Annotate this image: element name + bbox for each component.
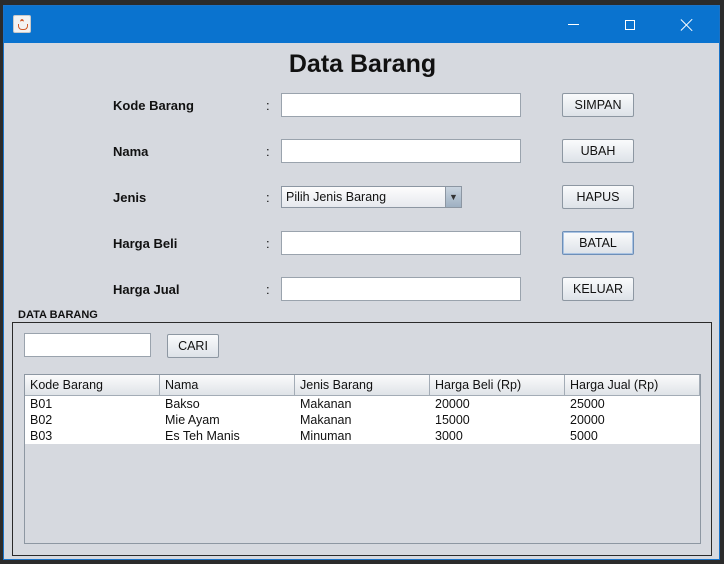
ubah-button[interactable]: UBAH xyxy=(562,139,634,163)
colon: : xyxy=(266,190,270,205)
colon: : xyxy=(266,144,270,159)
table-cell: 25000 xyxy=(570,397,605,411)
table-cell: B03 xyxy=(30,429,53,443)
table-cell: Mie Ayam xyxy=(165,413,220,427)
harga-beli-label: Harga Beli xyxy=(113,236,178,251)
keluar-button[interactable]: KELUAR xyxy=(562,277,634,301)
app-window: Data Barang Kode Barang : Nama : Jenis :… xyxy=(3,5,720,560)
table-cell: B02 xyxy=(30,413,53,427)
maximize-icon xyxy=(625,19,635,30)
minimize-button[interactable] xyxy=(550,6,596,43)
harga-jual-field[interactable] xyxy=(281,277,521,301)
colon: : xyxy=(266,98,270,113)
close-icon xyxy=(680,18,694,32)
harga-beli-field[interactable] xyxy=(281,231,521,255)
table-cell: Bakso xyxy=(165,397,200,411)
table-cell: Minuman xyxy=(300,429,352,443)
nama-field[interactable] xyxy=(281,139,521,163)
search-input[interactable] xyxy=(24,333,151,357)
jenis-select-value: Pilih Jenis Barang xyxy=(286,190,387,204)
title-bar[interactable] xyxy=(4,6,719,43)
table-row[interactable]: B03 Es Teh Manis Minuman 3000 5000 xyxy=(25,428,700,444)
table-cell: 3000 xyxy=(435,429,463,443)
colon: : xyxy=(266,282,270,297)
jenis-select[interactable]: Pilih Jenis Barang ▼ xyxy=(281,186,462,208)
colon: : xyxy=(266,236,270,251)
table-row[interactable]: B02 Mie Ayam Makanan 15000 20000 xyxy=(25,412,700,428)
chevron-down-icon[interactable]: ▼ xyxy=(445,187,461,207)
table-cell: Es Teh Manis xyxy=(165,429,240,443)
java-cup-icon[interactable] xyxy=(13,15,31,33)
jenis-label: Jenis xyxy=(113,190,147,205)
column-header[interactable]: Nama xyxy=(160,375,295,396)
column-header[interactable]: Harga Jual (Rp) xyxy=(565,375,700,396)
table-row[interactable]: B01 Bakso Makanan 20000 25000 xyxy=(25,396,700,412)
column-header[interactable]: Harga Beli (Rp) xyxy=(430,375,565,396)
column-header[interactable]: Kode Barang xyxy=(25,375,160,396)
data-table[interactable]: Kode Barang Nama Jenis Barang Harga Beli… xyxy=(24,374,701,544)
table-cell: Makanan xyxy=(300,397,352,411)
kode-barang-field[interactable] xyxy=(281,93,521,117)
close-button[interactable] xyxy=(664,6,710,43)
data-panel: CARI Kode Barang Nama Jenis Barang Harga… xyxy=(12,322,712,556)
harga-jual-label: Harga Jual xyxy=(113,282,180,297)
column-header[interactable]: Jenis Barang xyxy=(295,375,430,396)
section-title: DATA BARANG xyxy=(18,309,98,321)
table-header: Kode Barang Nama Jenis Barang Harga Beli… xyxy=(25,375,700,396)
table-cell: Makanan xyxy=(300,413,352,427)
nama-label: Nama xyxy=(113,144,149,159)
cari-button[interactable]: CARI xyxy=(167,334,219,358)
table-cell: 20000 xyxy=(570,413,605,427)
hapus-button[interactable]: HAPUS xyxy=(562,185,634,209)
batal-button[interactable]: BATAL xyxy=(562,231,634,255)
page-title: Data Barang xyxy=(288,50,437,78)
table-cell: B01 xyxy=(30,397,53,411)
table-cell: 5000 xyxy=(570,429,598,443)
simpan-button[interactable]: SIMPAN xyxy=(562,93,634,117)
maximize-button[interactable] xyxy=(607,6,653,43)
minimize-icon xyxy=(567,24,579,25)
table-cell: 20000 xyxy=(435,397,470,411)
table-cell: 15000 xyxy=(435,413,470,427)
kode-barang-label: Kode Barang xyxy=(113,98,194,113)
